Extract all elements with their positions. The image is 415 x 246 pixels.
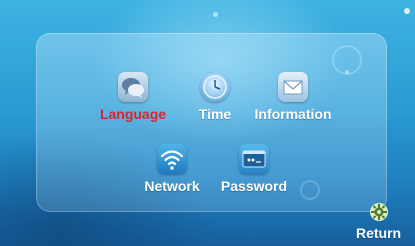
menu-item-label: Network — [144, 178, 200, 194]
clock-icon — [200, 72, 230, 102]
menu-item-label: Information — [254, 106, 332, 122]
return-label: Return — [356, 225, 402, 241]
menu-item-time[interactable]: Time — [190, 72, 240, 122]
background-glow-dot — [213, 12, 218, 17]
menu-item-language[interactable]: Language — [95, 72, 171, 122]
menu-item-label: Language — [99, 106, 167, 122]
menu-item-information[interactable]: Information — [248, 72, 338, 122]
menu-item-label: Time — [198, 106, 232, 122]
menu-item-password[interactable]: Password — [216, 144, 292, 194]
password-icon — [239, 144, 269, 174]
menu-item-label: Password — [220, 178, 288, 194]
background-glow-dot — [404, 8, 410, 14]
return-button[interactable]: Return — [356, 201, 401, 241]
menu-item-network[interactable]: Network — [140, 144, 204, 194]
wifi-icon — [157, 144, 187, 174]
gear-icon — [368, 201, 390, 223]
language-icon — [118, 72, 148, 102]
menu-panel — [36, 33, 387, 212]
envelope-icon — [278, 72, 308, 102]
